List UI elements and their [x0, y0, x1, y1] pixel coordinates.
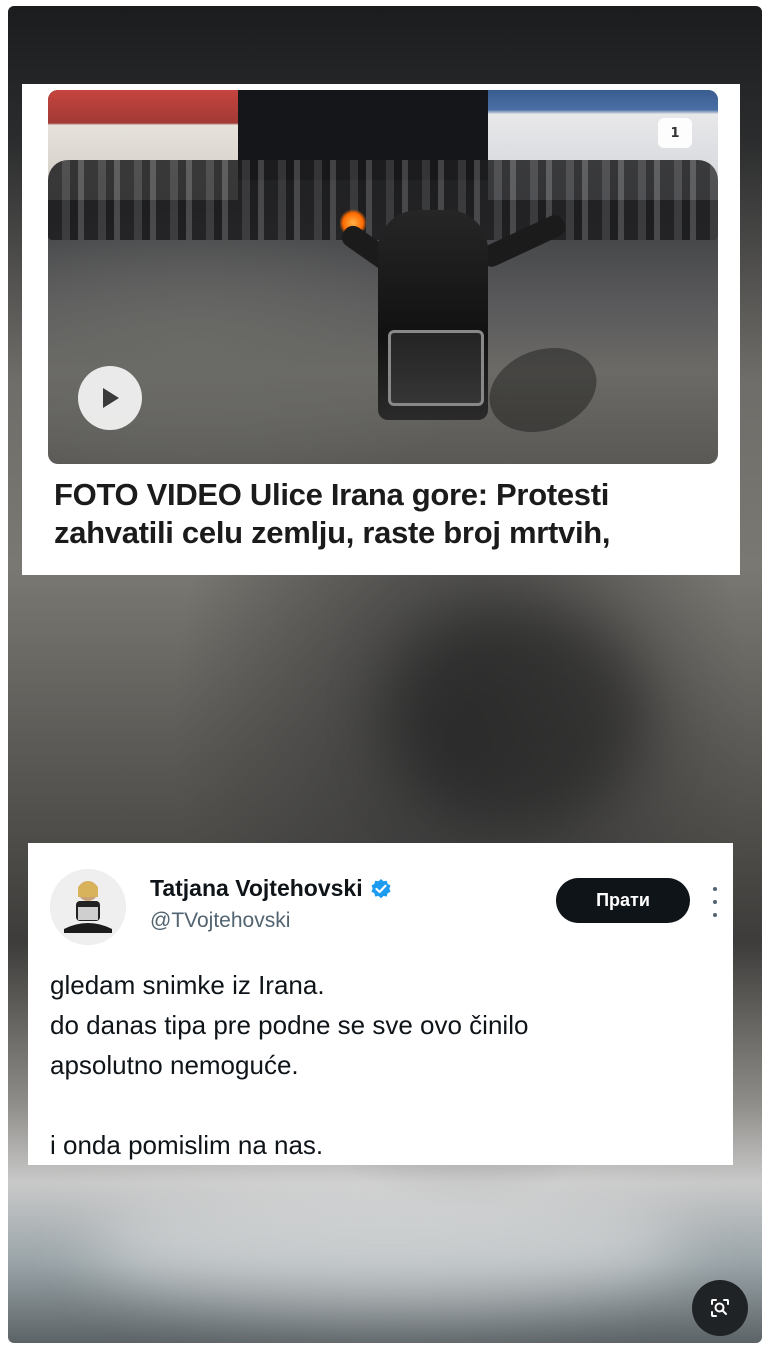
handle[interactable]: @TVojtehovski	[150, 909, 290, 933]
avatar-image	[50, 869, 126, 945]
photo-shadow	[477, 333, 609, 447]
article-photo[interactable]: 1	[48, 90, 718, 464]
tweet-card[interactable]: Tatjana Vojtehovski @TVojtehovski Прати …	[28, 843, 733, 1165]
photo-shopping-cart	[388, 330, 484, 406]
media-counter-badge: 1	[658, 118, 692, 148]
headline-line: zahvatili celu zemlju, raste broj mrtvih…	[54, 515, 611, 550]
tweet-text: gledam snimke iz Irana. do danas tipa pr…	[50, 965, 710, 1165]
verified-badge-icon	[371, 878, 391, 898]
headline-line: FOTO VIDEO Ulice Irana gore: Protesti	[54, 477, 610, 512]
background-blur	[88, 1186, 688, 1306]
article-headline[interactable]: FOTO VIDEO Ulice Irana gore: Protesti za…	[54, 476, 724, 552]
more-vertical-icon[interactable]	[710, 887, 720, 917]
play-button[interactable]	[78, 366, 142, 430]
tweet-text-line	[50, 1085, 710, 1125]
image-search-button[interactable]	[692, 1280, 748, 1336]
play-icon	[103, 388, 119, 408]
article-card[interactable]: 1 FOTO VIDEO Ulice Irana gore: Protesti …	[22, 84, 740, 575]
display-name[interactable]: Tatjana Vojtehovski	[150, 875, 392, 902]
tweet-text-line: do danas tipa pre podne se sve ovo činil…	[50, 1010, 529, 1040]
image-search-icon	[711, 1299, 729, 1317]
background-blur	[388, 606, 648, 826]
tweet-text-line: apsolutno nemoguće.	[50, 1050, 299, 1080]
follow-button[interactable]: Прати	[556, 878, 690, 923]
tweet-text-line: gledam snimke iz Irana.	[50, 970, 325, 1000]
avatar[interactable]	[50, 869, 126, 945]
tweet-text-line: i onda pomislim na nas.	[50, 1130, 324, 1160]
display-name-text: Tatjana Vojtehovski	[150, 875, 363, 901]
